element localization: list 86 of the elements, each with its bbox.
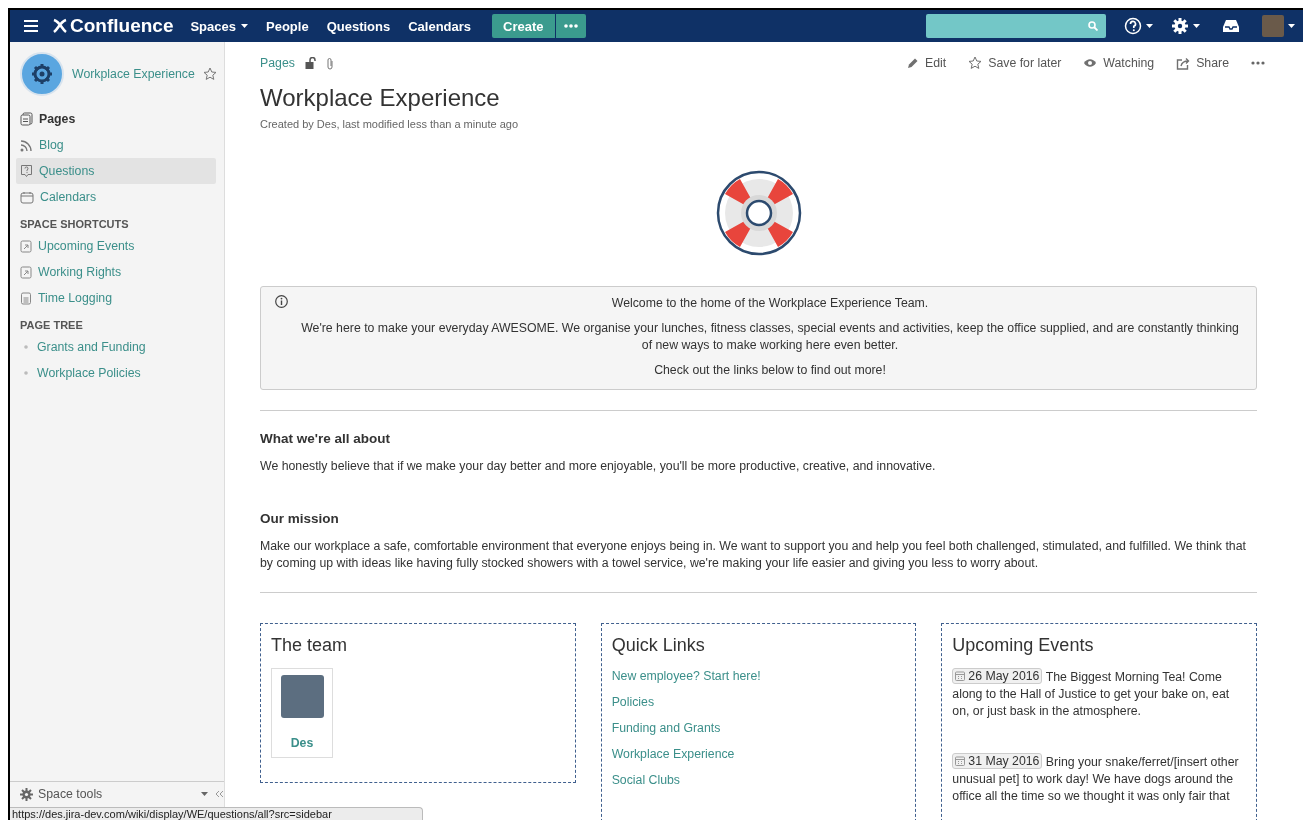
x-logo-icon	[52, 18, 68, 34]
search-field[interactable]	[926, 14, 1106, 38]
date-lozenge: 31 May 2016	[952, 753, 1043, 769]
event-text: 31 May 2016 Bring your snake/ferret/[insert other unusual pet] to work day! We have dogs around the office all the time so we thought it was only fair that	[952, 753, 1240, 805]
gear-icon	[31, 63, 53, 85]
page-byline: Created by Des, last modified less than a minute ago	[260, 118, 520, 130]
search-icon	[1088, 21, 1098, 31]
quick-link[interactable]: Workplace Experience	[611, 746, 906, 763]
info-icon	[275, 295, 288, 308]
space-tools-button[interactable]: Space tools	[20, 787, 208, 801]
paperclip-icon[interactable]	[325, 56, 334, 70]
calendar-icon	[20, 190, 34, 204]
section-heading: Our mission	[260, 511, 340, 526]
profile-link[interactable]: Des	[290, 736, 314, 750]
confluence-logo[interactable]: Confluence	[52, 15, 174, 37]
sidebar-item[interactable]: Calendars	[16, 184, 216, 210]
space-name-link[interactable]: Workplace Experience	[72, 67, 195, 81]
question-icon	[20, 164, 33, 178]
quick-link[interactable]: New employee? Start here!	[611, 668, 906, 685]
rss-icon	[20, 138, 33, 152]
shortcut-link[interactable]: Time Logging	[16, 285, 216, 311]
status-url: https://des.jira-dev.com/wiki/display/WE/questions/all?src=sidebar	[12, 808, 332, 820]
create-button[interactable]: Create	[492, 14, 555, 38]
caret-icon	[1193, 24, 1200, 28]
page-action-link[interactable]: Share	[1176, 56, 1229, 70]
bullet-icon	[24, 371, 28, 375]
tree-item[interactable]: Workplace Policies	[16, 360, 216, 386]
star-icon[interactable]	[202, 67, 217, 81]
shortcut-link[interactable]: Working Rights	[16, 259, 216, 285]
panel-title: Upcoming Events	[952, 635, 1095, 656]
nav-link[interactable]: People	[257, 18, 318, 34]
settings-icon[interactable]	[1171, 17, 1189, 35]
breadcrumb-link[interactable]: Pages	[260, 56, 295, 70]
nav-link[interactable]: Calendars	[399, 18, 481, 34]
info-text: Check out the links below to find out more!	[653, 362, 887, 379]
pages-icon	[20, 112, 33, 126]
tree-item[interactable]: Grants and Funding	[16, 334, 216, 360]
page-action-link[interactable]: Edit	[907, 56, 947, 70]
gear-icon	[20, 787, 33, 801]
more-icon[interactable]	[1251, 61, 1265, 65]
bullet-icon	[24, 345, 28, 349]
shortcut-icon	[20, 239, 32, 253]
sidebar-item[interactable]: Pages	[16, 106, 216, 132]
section-text: We honestly believe that if we make your day better and more enjoyable, you'll be more productive, creative, and innovative.	[260, 458, 937, 475]
section-heading: SPACE SHORTCUTS	[20, 218, 130, 230]
date-lozenge: 26 May 2016	[952, 668, 1043, 684]
section-heading: What we're all about	[260, 431, 391, 446]
sidebar-item[interactable]: Questions	[16, 158, 216, 184]
info-text: We're here to make your everyday AWESOME. We organise your lunches, fitness classes, special events and activities, keep the office supplied, and are constantly thinking of new ways to make working here even better.	[300, 320, 1240, 354]
space-logo[interactable]	[20, 52, 64, 96]
caret-icon	[201, 792, 208, 796]
calendar-icon	[955, 756, 966, 766]
caret-icon	[1288, 24, 1295, 28]
page-title: Workplace Experience	[260, 84, 501, 112]
unlock-icon[interactable]	[304, 57, 316, 69]
panel-title: The team	[271, 635, 349, 656]
section-heading: PAGE TREE	[20, 319, 84, 331]
page-icon	[20, 291, 32, 305]
nav-link[interactable]: Spaces	[181, 18, 257, 34]
info-text: Welcome to the home of the Workplace Experience Team.	[610, 295, 930, 312]
quick-link[interactable]: Policies	[611, 694, 906, 711]
menu-icon[interactable]	[24, 20, 38, 32]
collapse-icon[interactable]	[214, 790, 224, 798]
help-icon[interactable]	[1124, 17, 1142, 35]
page-action-link[interactable]: Save for later	[968, 56, 1062, 70]
photo-placeholder	[280, 675, 324, 718]
share-icon	[1176, 56, 1191, 70]
shortcut-link[interactable]: Upcoming Events	[16, 233, 216, 259]
quick-link[interactable]: Funding and Grants	[611, 720, 906, 737]
event-text: 26 May 2016 The Biggest Morning Tea! Come along to the Hall of Justice to get your bake on, eat on, or just bask in the atmosphere.	[952, 668, 1231, 720]
shortcut-icon	[20, 265, 32, 279]
more-icon	[563, 24, 578, 28]
eye-icon	[1083, 58, 1098, 68]
panel-title: Quick Links	[611, 635, 706, 656]
calendar-icon	[955, 671, 966, 681]
caret-icon	[1146, 24, 1153, 28]
nav-link[interactable]: Questions	[317, 18, 400, 34]
star-icon	[968, 56, 983, 70]
quick-link[interactable]: Social Clubs	[611, 772, 906, 789]
pencil-icon	[907, 57, 919, 69]
page-action-link[interactable]: Watching	[1083, 56, 1155, 70]
inbox-icon[interactable]	[1222, 19, 1240, 33]
more-button[interactable]	[555, 14, 586, 38]
sidebar-item[interactable]: Blog	[16, 132, 216, 158]
section-text: Make our workplace a safe, comfortable environment that everyone enjoys being in. We want to support you and help you feel both challenged, stimulated, and fulfilled. We think that by coming up with ideas like having fully stocked showers with a towel service, we're making your life easier and giving you less to worry about.	[260, 538, 1247, 572]
caret-icon	[241, 24, 248, 28]
